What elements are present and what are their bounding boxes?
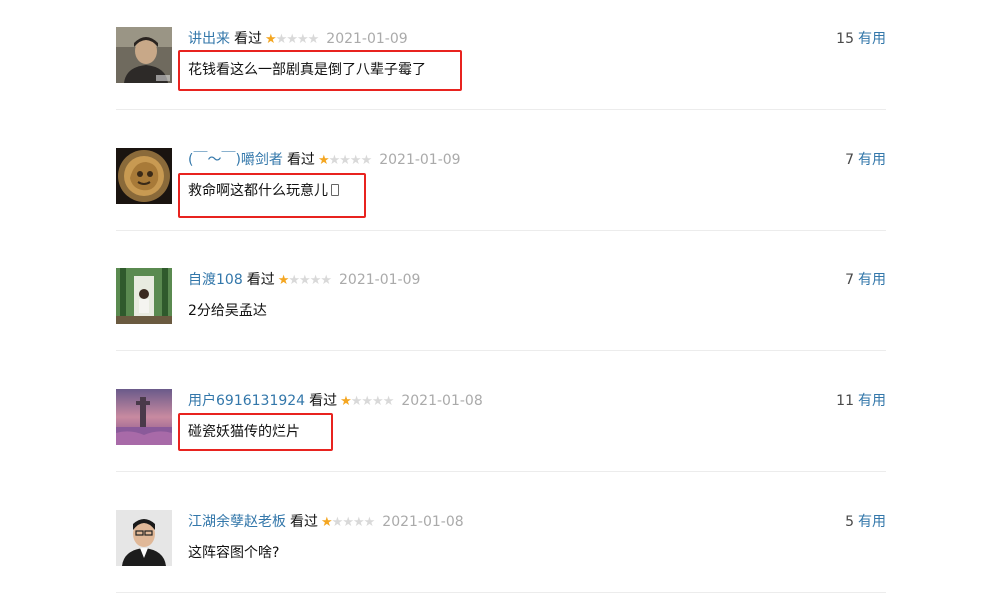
star-empty-icon: ★	[349, 153, 362, 168]
avatar-image	[116, 510, 172, 566]
divider	[116, 109, 886, 110]
divider	[116, 230, 886, 231]
comment-text: 这阵容图个啥?	[188, 545, 280, 561]
watch-status: 看过	[290, 514, 318, 530]
star-empty-icon: ★	[352, 515, 365, 530]
rating-stars: ★★★★★	[317, 151, 373, 171]
star-empty-icon: ★	[382, 394, 395, 409]
star-filled-icon: ★	[265, 32, 277, 47]
comment-date: 2021-01-08	[382, 514, 464, 530]
useful-vote: 5 有用	[845, 512, 886, 532]
comment-meta: (￣～￣)嚼剑者 看过 ★★★★★ 2021-01-09	[188, 150, 461, 170]
comment-text: 2分给吴孟达	[188, 303, 267, 319]
star-empty-icon: ★	[307, 32, 320, 47]
comment-date: 2021-01-09	[379, 152, 461, 168]
star-empty-icon: ★	[309, 273, 322, 288]
comment-meta: 用户6916131924 看过 ★★★★★ 2021-01-08	[188, 391, 483, 411]
watch-status: 看过	[286, 152, 315, 168]
star-empty-icon: ★	[320, 273, 332, 288]
useful-button[interactable]: 有用	[858, 152, 886, 168]
useful-count: 7	[845, 152, 854, 168]
star-empty-icon: ★	[342, 515, 354, 530]
username-link[interactable]: 讲出来	[188, 31, 230, 47]
avatar[interactable]	[116, 510, 172, 566]
star-filled-icon: ★	[340, 394, 352, 409]
useful-count: 15	[836, 31, 854, 47]
comment-meta: 自渡108 看过 ★★★★★ 2021-01-09	[188, 270, 420, 290]
rating-stars: ★★★★★	[277, 271, 332, 291]
comment-item: 讲出来 看过 ★★★★★ 2021-01-09 15 有用 花钱看这么一部剧真是倒了八辈…	[116, 0, 886, 121]
star-filled-icon: ★	[321, 515, 333, 530]
comment-meta: 讲出来 看过 ★★★★★ 2021-01-09	[188, 29, 408, 49]
comment-item: (￣～￣)嚼剑者 看过 ★★★★★ 2021-01-09 7 有用 救命啊这都什么玩意儿	[116, 121, 886, 242]
username-link[interactable]: 用户6916131924	[188, 393, 305, 409]
rating-stars: ★★★★★	[340, 392, 395, 412]
star-empty-icon: ★	[372, 394, 384, 409]
watch-status: 看过	[234, 31, 262, 47]
star-empty-icon: ★	[296, 32, 309, 47]
useful-count: 7	[845, 272, 854, 288]
avatar[interactable]	[116, 148, 172, 204]
comment-list: 讲出来 看过 ★★★★★ 2021-01-09 15 有用 花钱看这么一部剧真是倒了八辈…	[116, 0, 886, 611]
watch-status: 看过	[309, 393, 338, 409]
star-empty-icon: ★	[299, 273, 311, 288]
watch-status: 看过	[246, 272, 275, 288]
highlight-box	[178, 50, 462, 91]
useful-count: 5	[845, 514, 854, 530]
divider	[116, 471, 886, 472]
star-empty-icon: ★	[360, 153, 373, 168]
useful-button[interactable]: 有用	[858, 393, 886, 409]
comment-item: 江湖余孽赵老板 看过 ★★★★★ 2021-01-08 5 有用 这阵容图个啥?	[116, 483, 886, 604]
username-link[interactable]: 江湖余孽赵老板	[188, 514, 286, 530]
divider	[116, 350, 886, 351]
rating-stars: ★★★★★	[321, 513, 376, 533]
avatar[interactable]	[116, 27, 172, 83]
comment-item: 用户6916131924 看过 ★★★★★ 2021-01-08 11 有用 碰瓷妖猫传…	[116, 362, 886, 483]
avatar-image	[116, 148, 172, 204]
star-empty-icon: ★	[350, 394, 363, 409]
comment-meta: 江湖余孽赵老板 看过 ★★★★★ 2021-01-08	[188, 512, 464, 532]
star-empty-icon: ★	[288, 273, 300, 288]
avatar[interactable]	[116, 268, 172, 324]
highlight-box	[178, 413, 333, 451]
useful-button[interactable]: 有用	[858, 31, 886, 47]
star-empty-icon: ★	[339, 153, 351, 168]
comment-date: 2021-01-09	[339, 272, 421, 288]
star-filled-icon: ★	[277, 273, 290, 288]
comment-date: 2021-01-08	[401, 393, 483, 409]
avatar-image	[116, 389, 172, 445]
avatar-image	[116, 27, 172, 83]
avatar-image	[116, 268, 172, 324]
star-empty-icon: ★	[361, 394, 373, 409]
star-empty-icon: ★	[331, 515, 344, 530]
star-empty-icon: ★	[275, 32, 288, 47]
useful-vote: 7 有用	[845, 150, 886, 170]
highlight-box	[178, 173, 366, 218]
avatar[interactable]	[116, 389, 172, 445]
useful-vote: 7 有用	[845, 270, 886, 290]
useful-vote: 15 有用	[836, 29, 886, 49]
useful-button[interactable]: 有用	[858, 272, 886, 288]
username-link[interactable]: (￣～￣)嚼剑者	[188, 152, 283, 168]
useful-vote: 11 有用	[836, 391, 886, 411]
star-empty-icon: ★	[363, 515, 376, 530]
divider	[116, 592, 886, 593]
star-filled-icon: ★	[317, 153, 330, 168]
star-empty-icon: ★	[328, 153, 341, 168]
useful-count: 11	[836, 393, 854, 409]
useful-button[interactable]: 有用	[858, 514, 886, 530]
comment-date: 2021-01-09	[326, 31, 408, 47]
star-empty-icon: ★	[286, 32, 298, 47]
rating-stars: ★★★★★	[265, 30, 320, 50]
username-link[interactable]: 自渡108	[188, 272, 243, 288]
comment-item: 自渡108 看过 ★★★★★ 2021-01-09 7 有用 2分给吴孟达	[116, 241, 886, 362]
